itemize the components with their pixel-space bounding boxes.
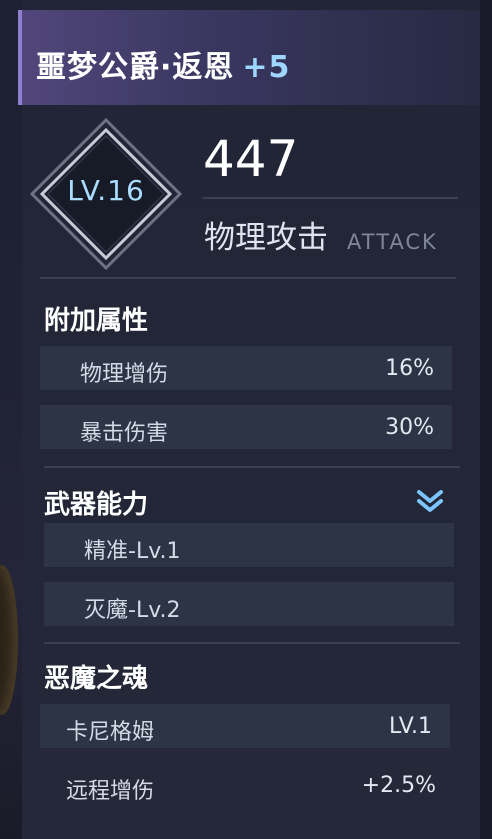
demon-soul-row: 卡尼格姆 LV.1 xyxy=(40,704,450,748)
demon-soul-title: 恶魔之魂 xyxy=(44,664,149,694)
divider xyxy=(40,277,456,279)
divider xyxy=(44,642,460,644)
attack-value: 447 xyxy=(203,130,299,188)
bonus-attributes-title: 附加属性 xyxy=(44,306,149,336)
attribute-row: 物理增伤 16% xyxy=(40,346,452,390)
attack-label-en: ATTACK xyxy=(347,230,438,254)
attack-divider xyxy=(203,197,458,199)
weapon-level: LV.16 xyxy=(67,174,145,207)
divider xyxy=(44,466,460,468)
weapon-name: 噩梦公爵·返恩 xyxy=(36,50,235,85)
attribute-value: 16% xyxy=(385,356,434,381)
chevron-double-down-icon[interactable] xyxy=(412,484,448,516)
demon-soul-effect-label: 远程增伤 xyxy=(66,779,155,804)
attribute-row: 暴击伤害 30% xyxy=(40,405,452,449)
background-left-edge xyxy=(0,0,22,839)
ability-label: 精准-Lv.1 xyxy=(84,539,181,564)
demon-soul-name: 卡尼格姆 xyxy=(66,720,155,745)
title-bar: 噩梦公爵·返恩 +5 xyxy=(18,10,480,105)
attack-label: 物理攻击 xyxy=(204,220,328,256)
attribute-label: 暴击伤害 xyxy=(80,421,169,446)
attribute-label: 物理增伤 xyxy=(80,362,169,387)
ability-row[interactable]: 灭魔-Lv.2 xyxy=(44,582,454,626)
weapon-abilities-title: 武器能力 xyxy=(44,490,149,520)
character-silhouette xyxy=(0,565,18,715)
weapon-upgrade: +5 xyxy=(242,50,291,85)
ability-row[interactable]: 精准-Lv.1 xyxy=(44,523,454,567)
ability-label: 灭魔-Lv.2 xyxy=(84,598,181,623)
attribute-value: 30% xyxy=(385,415,434,440)
demon-soul-level: LV.1 xyxy=(388,714,432,739)
weapon-title: 噩梦公爵·返恩 +5 xyxy=(36,42,290,86)
demon-soul-effect-value: +2.5% xyxy=(361,773,436,798)
